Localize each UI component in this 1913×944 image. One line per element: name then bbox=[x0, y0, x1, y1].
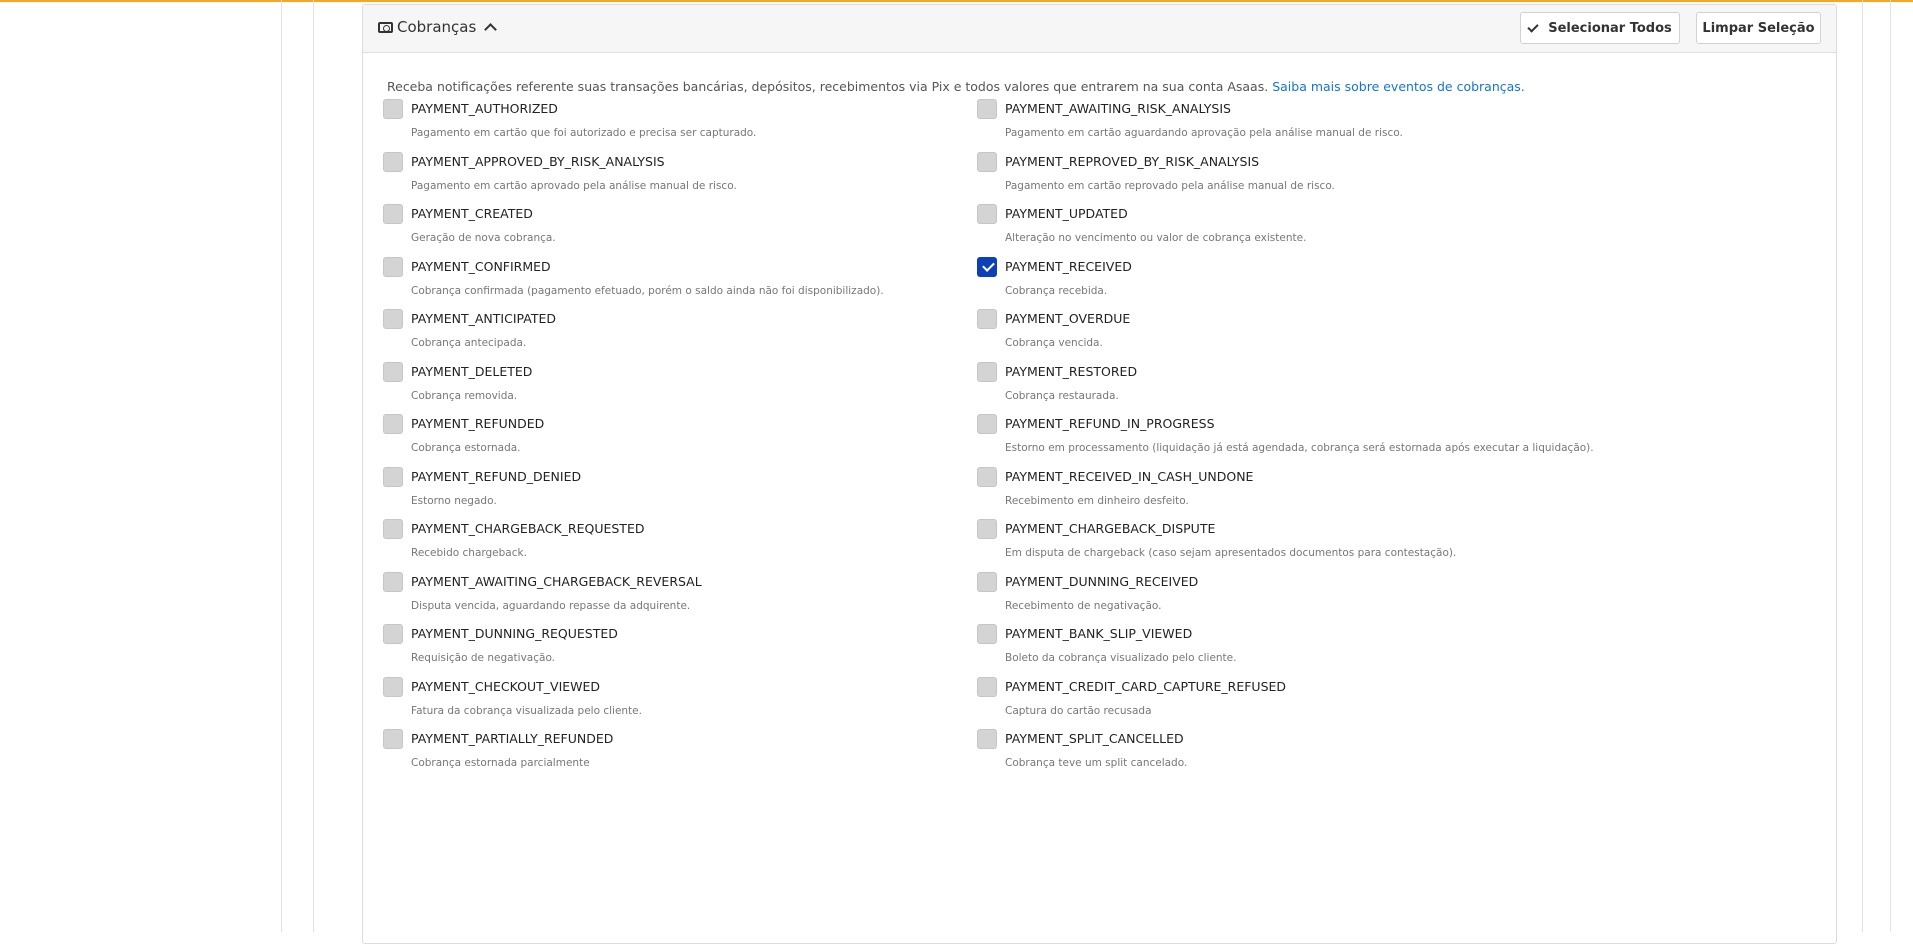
clear-selection-button[interactable]: Limpar Seleção bbox=[1696, 12, 1821, 44]
event-checkbox[interactable] bbox=[383, 204, 403, 224]
event-name[interactable]: PAYMENT_UPDATED bbox=[1005, 206, 1128, 221]
event-checkbox[interactable] bbox=[383, 519, 403, 539]
panel-header: Cobranças Selecionar Todos Limpar Seleçã… bbox=[363, 5, 1836, 53]
event-checkbox[interactable] bbox=[977, 204, 997, 224]
event-description: Estorno em processamento (liquidação já … bbox=[1005, 442, 1594, 454]
event-description: Recebido chargeback. bbox=[411, 547, 527, 559]
select-all-button[interactable]: Selecionar Todos bbox=[1520, 12, 1680, 44]
event-name[interactable]: PAYMENT_AUTHORIZED bbox=[411, 101, 558, 116]
event-name[interactable]: PAYMENT_CREATED bbox=[411, 206, 533, 221]
event-checkbox[interactable] bbox=[383, 361, 403, 382]
event-name[interactable]: PAYMENT_REFUND_DENIED bbox=[411, 469, 581, 484]
event-name[interactable]: PAYMENT_REFUND_IN_PROGRESS bbox=[1005, 416, 1215, 431]
event-description: Cobrança vencida. bbox=[1005, 337, 1103, 349]
event-checkbox[interactable] bbox=[977, 309, 997, 329]
event-checkbox[interactable] bbox=[977, 151, 997, 172]
event-description: Pagamento em cartão reprovado pela análi… bbox=[1005, 179, 1335, 192]
event-name[interactable]: PAYMENT_PARTIALLY_REFUNDED bbox=[411, 731, 613, 746]
learn-more-link[interactable]: Saiba mais sobre eventos de cobranças. bbox=[1272, 79, 1525, 94]
money-icon bbox=[378, 21, 393, 33]
event-description: Fatura da cobrança visualizada pelo clie… bbox=[411, 704, 642, 717]
event-checkbox[interactable] bbox=[977, 729, 997, 749]
event-description: Em disputa de chargeback (caso sejam apr… bbox=[1005, 547, 1457, 559]
layout-divider bbox=[313, 0, 314, 932]
event-description: Captura do cartão recusada bbox=[1005, 704, 1152, 717]
event-description: Requisição de negativação. bbox=[411, 652, 556, 664]
event-name[interactable]: PAYMENT_REPROVED_BY_RISK_ANALYSIS bbox=[1005, 154, 1259, 169]
intro-description: Receba notificações referente suas trans… bbox=[387, 79, 1269, 94]
event-checkbox[interactable] bbox=[977, 466, 997, 487]
event-checkbox[interactable] bbox=[977, 99, 997, 119]
event-description: Cobrança estornada parcialmente bbox=[411, 757, 590, 769]
event-name[interactable]: PAYMENT_RECEIVED_IN_CASH_UNDONE bbox=[1005, 469, 1253, 484]
event-name[interactable]: PAYMENT_CHECKOUT_VIEWED bbox=[411, 679, 600, 694]
event-name[interactable]: PAYMENT_AWAITING_CHARGEBACK_REVERSAL bbox=[411, 574, 702, 589]
event-checkbox[interactable] bbox=[977, 256, 997, 277]
event-description: Pagamento em cartão aprovado pela anális… bbox=[411, 179, 737, 192]
event-description: Cobrança recebida. bbox=[1005, 284, 1108, 297]
event-description: Recebimento em dinheiro desfeito. bbox=[1005, 494, 1189, 507]
event-name[interactable]: PAYMENT_ANTICIPATED bbox=[411, 311, 556, 326]
event-name[interactable]: PAYMENT_DUNNING_RECEIVED bbox=[1005, 574, 1198, 589]
event-description: Cobrança teve um split cancelado. bbox=[1005, 757, 1188, 769]
chevron-up-icon bbox=[484, 23, 498, 36]
event-checkbox[interactable] bbox=[383, 571, 403, 592]
event-checkbox[interactable] bbox=[383, 466, 403, 487]
event-name[interactable]: PAYMENT_CHARGEBACK_DISPUTE bbox=[1005, 521, 1215, 536]
event-checkbox[interactable] bbox=[977, 361, 997, 382]
section-toggle[interactable]: Cobranças bbox=[378, 18, 498, 36]
layout-divider bbox=[1862, 0, 1863, 932]
event-checkbox[interactable] bbox=[977, 519, 997, 539]
event-checkbox[interactable] bbox=[977, 676, 997, 697]
event-description: Recebimento de negativação. bbox=[1005, 599, 1162, 612]
cobrancas-panel: Cobranças Selecionar Todos Limpar Seleçã… bbox=[362, 4, 1837, 944]
check-icon bbox=[1527, 20, 1539, 33]
event-checkbox[interactable] bbox=[977, 624, 997, 644]
event-name[interactable]: PAYMENT_AWAITING_RISK_ANALYSIS bbox=[1005, 101, 1231, 116]
event-checkbox[interactable] bbox=[383, 99, 403, 119]
event-name[interactable]: PAYMENT_CHARGEBACK_REQUESTED bbox=[411, 521, 644, 536]
event-name[interactable]: PAYMENT_DUNNING_REQUESTED bbox=[411, 626, 618, 641]
event-name[interactable]: PAYMENT_SPLIT_CANCELLED bbox=[1005, 731, 1184, 746]
event-description: Disputa vencida, aguardando repasse da a… bbox=[411, 599, 691, 612]
event-name[interactable]: PAYMENT_REFUNDED bbox=[411, 416, 544, 431]
event-description: Cobrança estornada. bbox=[411, 442, 521, 454]
event-name[interactable]: PAYMENT_RESTORED bbox=[1005, 364, 1137, 379]
event-checkbox[interactable] bbox=[977, 571, 997, 592]
section-title: Cobranças bbox=[397, 18, 477, 36]
event-name[interactable]: PAYMENT_OVERDUE bbox=[1005, 311, 1130, 326]
event-description: Estorno negado. bbox=[411, 494, 497, 507]
event-checkbox[interactable] bbox=[383, 151, 403, 172]
event-description: Alteração no vencimento ou valor de cobr… bbox=[1005, 232, 1307, 244]
select-all-label: Selecionar Todos bbox=[1548, 20, 1672, 36]
event-description: Geração de nova cobrança. bbox=[411, 232, 556, 244]
event-description: Cobrança confirmada (pagamento efetuado,… bbox=[411, 284, 884, 297]
event-description: Pagamento em cartão que foi autorizado e… bbox=[411, 127, 757, 139]
intro-text: Receba notificações referente suas trans… bbox=[387, 79, 1525, 94]
clear-selection-label: Limpar Seleção bbox=[1702, 20, 1815, 36]
event-description: Cobrança removida. bbox=[411, 389, 518, 402]
event-checkbox[interactable] bbox=[383, 256, 403, 277]
event-description: Cobrança restaurada. bbox=[1005, 389, 1119, 402]
event-checkbox[interactable] bbox=[383, 309, 403, 329]
event-checkbox[interactable] bbox=[383, 624, 403, 644]
event-name[interactable]: PAYMENT_BANK_SLIP_VIEWED bbox=[1005, 626, 1192, 641]
event-checkbox[interactable] bbox=[383, 414, 403, 434]
layout-divider bbox=[281, 0, 282, 932]
event-description: Pagamento em cartão aguardando aprovação… bbox=[1005, 127, 1403, 139]
event-checkbox[interactable] bbox=[383, 676, 403, 697]
layout-divider bbox=[1890, 0, 1891, 932]
event-name[interactable]: PAYMENT_CONFIRMED bbox=[411, 259, 551, 274]
event-name[interactable]: PAYMENT_RECEIVED bbox=[1005, 259, 1132, 274]
event-description: Boleto da cobrança visualizado pelo clie… bbox=[1005, 652, 1237, 664]
event-description: Cobrança antecipada. bbox=[411, 337, 527, 349]
event-name[interactable]: PAYMENT_CREDIT_CARD_CAPTURE_REFUSED bbox=[1005, 679, 1286, 694]
event-name[interactable]: PAYMENT_DELETED bbox=[411, 364, 532, 379]
event-name[interactable]: PAYMENT_APPROVED_BY_RISK_ANALYSIS bbox=[411, 154, 665, 169]
top-accent-bar bbox=[0, 0, 1913, 2]
event-checkbox[interactable] bbox=[383, 729, 403, 749]
event-checkbox[interactable] bbox=[977, 414, 997, 434]
